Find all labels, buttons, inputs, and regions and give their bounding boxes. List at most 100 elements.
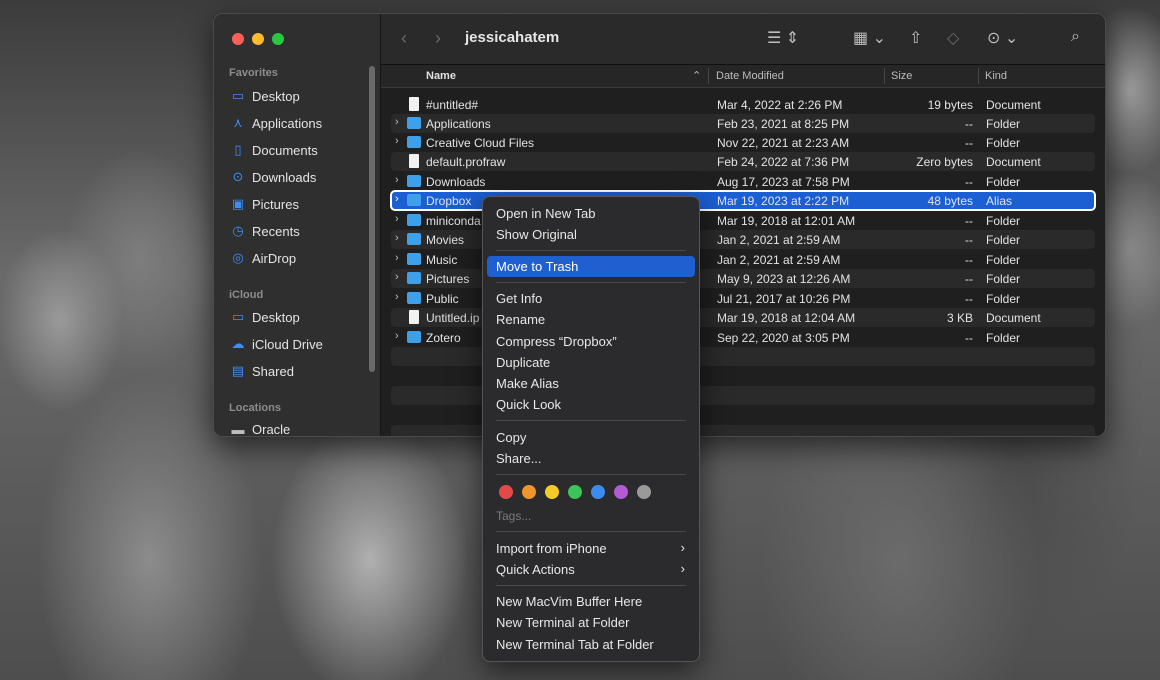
menu-item-quick-look[interactable]: Quick Look <box>487 394 695 415</box>
file-name: Public <box>426 292 459 306</box>
tag-orange-icon[interactable] <box>522 485 536 499</box>
disclosure-chevron-icon[interactable]: › <box>395 135 399 147</box>
tag-green-icon[interactable] <box>568 485 582 499</box>
menu-item-new-terminal-tab-at-folder[interactable]: New Terminal Tab at Folder <box>487 634 695 655</box>
tag-blue-icon[interactable] <box>591 485 605 499</box>
menu-item-make-alias[interactable]: Make Alias <box>487 373 695 394</box>
close-button[interactable] <box>232 33 244 45</box>
grid-view-icon[interactable]: ▦ ⌄ <box>853 28 886 48</box>
disclosure-chevron-icon[interactable]: › <box>395 252 399 264</box>
disclosure-chevron-icon[interactable]: › <box>395 271 399 283</box>
folder-icon <box>407 253 421 265</box>
menu-item-label: Move to Trash <box>496 259 579 274</box>
menu-item-new-macvim-buffer[interactable]: New MacVim Buffer Here <box>487 591 695 612</box>
table-row[interactable]: › Applications Feb 23, 2021 at 8:25 PM -- Fo… <box>391 114 1095 133</box>
column-divider[interactable] <box>884 68 885 84</box>
file-date: Feb 24, 2022 at 7:36 PM <box>717 155 850 169</box>
sidebar-item-label: Recents <box>252 223 300 239</box>
column-name[interactable]: Name <box>426 70 456 82</box>
menu-item-new-terminal-at-folder[interactable]: New Terminal at Folder <box>487 612 695 633</box>
share-icon[interactable]: ⇧ <box>909 28 922 48</box>
maximize-button[interactable] <box>272 33 284 45</box>
column-divider[interactable] <box>978 68 979 84</box>
file-date: Feb 23, 2021 at 8:25 PM <box>717 117 850 131</box>
search-icon[interactable]: ⌕ <box>1071 28 1080 46</box>
disclosure-chevron-icon[interactable]: › <box>395 213 399 225</box>
file-size: -- <box>965 292 973 306</box>
menu-item-rename[interactable]: Rename <box>487 309 695 330</box>
column-divider[interactable] <box>708 68 709 84</box>
column-size[interactable]: Size <box>891 70 912 82</box>
sidebar-item-shared[interactable]: ▤ Shared <box>230 360 294 382</box>
sidebar-item-desktop[interactable]: ▭ Desktop <box>230 85 300 107</box>
context-menu: Open in New Tab Show Original Move to Tr… <box>482 196 700 662</box>
file-name: Creative Cloud Files <box>426 136 535 150</box>
sidebar-item-airdrop[interactable]: ◎ AirDrop <box>230 247 296 269</box>
sidebar-section-locations: Locations <box>229 402 281 414</box>
table-row[interactable]: #untitled# Mar 4, 2022 at 2:26 PM 19 bytes… <box>391 95 1095 114</box>
disclosure-chevron-icon[interactable]: › <box>395 330 399 342</box>
sidebar-item-documents[interactable]: ▯ Documents <box>230 139 317 161</box>
table-row[interactable]: default.profraw Feb 24, 2022 at 7:36 PM Ze… <box>391 152 1095 171</box>
column-date[interactable]: Date Modified <box>716 70 784 82</box>
menu-item-share[interactable]: Share... <box>487 448 695 469</box>
sidebar-item-label: Desktop <box>252 88 300 104</box>
menu-item-import-from-iphone[interactable]: Import from iPhone › <box>487 538 695 559</box>
document-icon <box>409 310 419 324</box>
file-name: Applications <box>426 117 491 131</box>
list-view-icon[interactable]: ☰ ⇕ <box>767 28 799 48</box>
forward-button[interactable]: › <box>435 28 441 49</box>
file-kind: Folder <box>986 214 1021 228</box>
menu-item-compress[interactable]: Compress “Dropbox” <box>487 331 695 352</box>
sidebar-item-icloud-desktop[interactable]: ▭ Desktop <box>230 306 300 328</box>
menu-item-label: Share... <box>496 451 542 466</box>
sidebar-section-favorites: Favorites <box>229 67 278 79</box>
documents-icon: ▯ <box>234 142 242 157</box>
menu-item-show-original[interactable]: Show Original <box>487 224 695 245</box>
file-kind: Folder <box>986 331 1021 345</box>
folder-icon <box>407 136 421 148</box>
menu-item-duplicate[interactable]: Duplicate <box>487 352 695 373</box>
tag-icon[interactable]: ◇ <box>947 28 959 48</box>
sidebar-item-downloads[interactable]: ⊙ Downloads <box>230 166 317 188</box>
disclosure-chevron-icon[interactable]: › <box>395 193 399 205</box>
table-row[interactable]: › Creative Cloud Files Nov 22, 2021 at 2:2… <box>391 133 1095 152</box>
menu-item-tags[interactable]: Tags... <box>496 509 531 523</box>
sidebar-item-icloud-drive[interactable]: ☁ iCloud Drive <box>230 333 323 355</box>
tag-red-icon[interactable] <box>499 485 513 499</box>
menu-item-open-in-new-tab[interactable]: Open in New Tab <box>487 203 695 224</box>
folder-icon <box>407 214 421 226</box>
menu-item-label: Compress “Dropbox” <box>496 334 617 349</box>
sidebar-item-recents[interactable]: ◷ Recents <box>230 220 300 242</box>
menu-item-label: Get Info <box>496 291 543 306</box>
menu-item-label: Quick Look <box>496 397 562 412</box>
tag-purple-icon[interactable] <box>614 485 628 499</box>
file-name: Untitled.ip <box>426 311 480 325</box>
menu-item-get-info[interactable]: Get Info <box>487 288 695 309</box>
minimize-button[interactable] <box>252 33 264 45</box>
disclosure-chevron-icon[interactable]: › <box>395 291 399 303</box>
disclosure-chevron-icon[interactable]: › <box>395 232 399 244</box>
more-actions-icon[interactable]: ⊙ ⌄ <box>987 28 1018 48</box>
disclosure-chevron-icon[interactable]: › <box>395 174 399 186</box>
tag-gray-icon[interactable] <box>637 485 651 499</box>
window-title: jessicahatem <box>465 29 560 46</box>
file-kind: Folder <box>986 292 1021 306</box>
airdrop-icon: ◎ <box>232 250 244 265</box>
file-kind: Folder <box>986 117 1021 131</box>
menu-item-quick-actions[interactable]: Quick Actions › <box>487 559 695 580</box>
file-name: Music <box>426 253 458 267</box>
tag-yellow-icon[interactable] <box>545 485 559 499</box>
sidebar-item-pictures[interactable]: ▣ Pictures <box>230 193 299 215</box>
table-row[interactable]: › Downloads Aug 17, 2023 at 7:58 PM -- Folde… <box>391 172 1095 191</box>
disclosure-chevron-icon[interactable]: › <box>395 116 399 128</box>
menu-item-copy[interactable]: Copy <box>487 427 695 448</box>
menu-item-move-to-trash[interactable]: Move to Trash <box>487 256 695 277</box>
sidebar-item-applications[interactable]: ⋏ Applications <box>230 112 322 134</box>
sort-chevron-icon[interactable]: ⌃ <box>692 69 701 82</box>
sidebar-item-oracle[interactable]: ▬ Oracle <box>230 418 291 437</box>
sidebar-scrollbar[interactable] <box>369 66 375 372</box>
column-kind[interactable]: Kind <box>985 70 1007 82</box>
shared-folder-icon: ▤ <box>231 363 245 378</box>
back-button[interactable]: ‹ <box>401 28 407 49</box>
